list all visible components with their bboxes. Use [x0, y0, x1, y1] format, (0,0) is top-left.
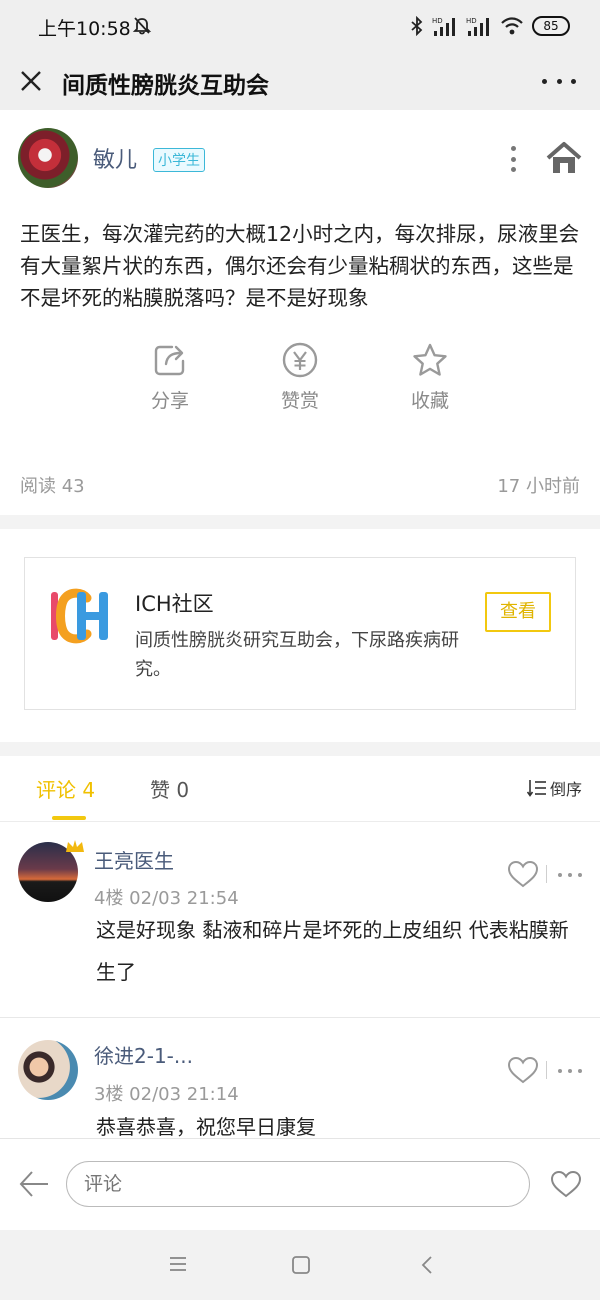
post-card: 敏儿 小学生 王医生，每次灌完药的大概12小时之内，每次排尿，尿液里会有大量絮片…	[0, 110, 600, 515]
status-icons: HD HD 85	[410, 14, 570, 38]
reward-label: 赞赏	[280, 390, 319, 412]
hd-label-1: HD	[432, 17, 443, 25]
community-description: 间质性膀胱炎研究互助会，下尿路疾病研究。	[135, 630, 459, 680]
community-card[interactable]: ICH社区 间质性膀胱炎研究互助会，下尿路疾病研究。 查看	[24, 557, 576, 710]
sort-descending-icon	[526, 780, 546, 797]
home-square-icon[interactable]	[291, 1255, 311, 1275]
post-content: 王医生，每次灌完药的大概12小时之内，每次排尿，尿液里会有大量絮片状的东西，偶尔…	[20, 222, 580, 310]
post-actions: 分享 赞赏 收藏	[130, 342, 470, 422]
hd-label-2: HD	[466, 17, 477, 25]
post-time: 17 小时前	[497, 476, 580, 497]
author-level-badge: 小学生	[153, 148, 205, 172]
back-chevron-icon[interactable]	[419, 1254, 435, 1276]
ich-community-logo	[51, 588, 108, 644]
sort-toggle[interactable]: 倒序	[526, 776, 582, 800]
read-count: 阅读 43	[20, 476, 85, 497]
comment-more-button[interactable]	[558, 1069, 582, 1073]
reward-button[interactable]: 赞赏	[260, 342, 340, 413]
close-icon[interactable]	[16, 66, 46, 96]
battery-indicator: 85	[532, 16, 570, 36]
comment-meta: 4楼 02/03 21:54	[94, 888, 239, 909]
crown-icon	[66, 840, 84, 852]
tab-comments[interactable]: 评论 4	[36, 774, 95, 803]
post-menu-button[interactable]	[509, 146, 517, 172]
section-divider	[0, 515, 600, 529]
commenter-avatar[interactable]	[18, 1040, 78, 1100]
comment-input[interactable]	[66, 1161, 530, 1207]
commenter-name[interactable]: 徐进2-1-...	[94, 1040, 193, 1069]
mute-bell-icon	[132, 17, 152, 35]
bluetooth-icon	[411, 16, 423, 36]
signal-hd-icon-2: HD	[466, 17, 489, 36]
comment-text: 恭喜恭喜，祝您早日康复	[96, 1115, 316, 1138]
home-icon[interactable]	[545, 141, 583, 175]
action-separator	[546, 1061, 547, 1079]
wifi-icon	[501, 17, 523, 35]
back-arrow-icon[interactable]	[18, 1169, 50, 1199]
comment-bar	[0, 1138, 600, 1230]
author-name[interactable]: 敏儿	[93, 142, 137, 174]
community-name: ICH社区	[135, 592, 214, 616]
share-button[interactable]: 分享	[130, 342, 210, 413]
comment-tabs: 评论 4 赞 0 倒序	[0, 756, 600, 822]
more-options-button[interactable]	[542, 66, 576, 96]
status-bar: 上午10:58 HD HD 85	[0, 0, 600, 52]
view-community-button[interactable]: 查看	[485, 592, 551, 632]
comment-text: 这是好现象 黏液和碎片是坏死的上皮组织 代表粘膜新生了	[96, 918, 569, 984]
section-divider	[0, 742, 600, 756]
system-nav-bar	[0, 1230, 600, 1300]
action-separator	[546, 865, 547, 883]
comment-item: 王亮医生 4楼 02/03 21:54 这是好现象 黏液和碎片是坏死的上皮组织 …	[0, 822, 600, 1017]
signal-hd-icon-1: HD	[432, 17, 455, 36]
commenter-name[interactable]: 王亮医生	[94, 845, 174, 874]
comment-more-button[interactable]	[558, 873, 582, 877]
like-heart-icon[interactable]	[506, 1055, 540, 1085]
like-heart-icon[interactable]	[506, 859, 540, 889]
sort-label: 倒序	[549, 780, 582, 799]
share-label: 分享	[150, 390, 189, 412]
menu-icon[interactable]	[168, 1255, 188, 1273]
author-avatar[interactable]	[18, 128, 78, 188]
yen-coin-icon	[282, 342, 318, 378]
status-time: 上午10:58	[38, 18, 131, 40]
comment-item: 徐进2-1-... 3楼 02/03 21:14 恭喜恭喜，祝您早日康复	[0, 1018, 600, 1138]
share-icon	[154, 345, 185, 376]
community-section: ICH社区 间质性膀胱炎研究互助会，下尿路疾病研究。 查看	[0, 529, 600, 742]
tab-likes[interactable]: 赞 0	[150, 774, 189, 803]
comment-meta: 3楼 02/03 21:14	[94, 1084, 239, 1105]
title-bar: 间质性膀胱炎互助会	[0, 52, 600, 110]
star-icon	[413, 343, 447, 376]
active-tab-indicator	[52, 816, 86, 820]
page-title: 间质性膀胱炎互助会	[62, 73, 269, 99]
like-heart-icon[interactable]	[549, 1169, 583, 1199]
favorite-label: 收藏	[410, 390, 449, 412]
favorite-button[interactable]: 收藏	[390, 342, 470, 413]
